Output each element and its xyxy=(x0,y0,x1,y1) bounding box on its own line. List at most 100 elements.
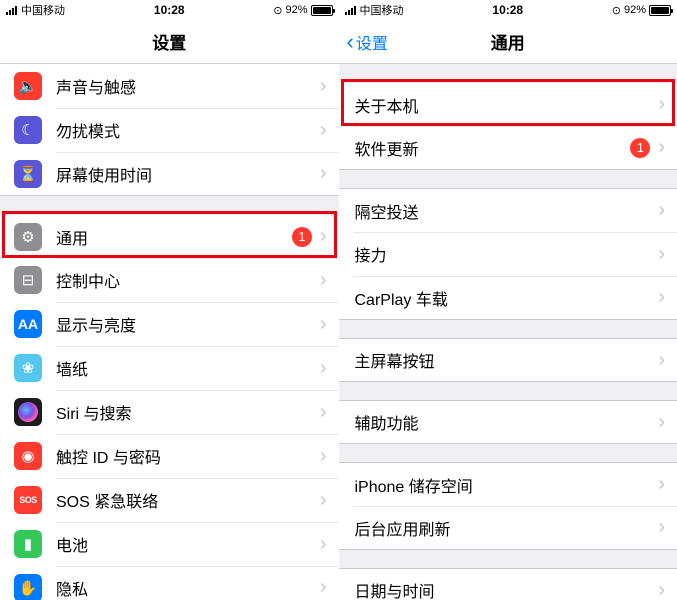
row-accessibility[interactable]: 辅助功能 › xyxy=(339,400,677,444)
battery-pct: 92% xyxy=(624,4,646,16)
row-home-button[interactable]: 主屏幕按钮 › xyxy=(339,338,677,382)
row-label: 通用 xyxy=(56,225,292,249)
row-software-update[interactable]: 软件更新 1 › xyxy=(339,126,677,170)
row-sound[interactable]: 🔈 声音与触感 › xyxy=(0,64,339,108)
chevron-right-icon: › xyxy=(658,243,665,266)
badge: 1 xyxy=(630,138,650,158)
chevron-right-icon: › xyxy=(320,445,327,468)
row-label: 隐私 xyxy=(56,576,320,600)
battery-icon xyxy=(311,5,333,16)
chevron-right-icon: › xyxy=(320,489,327,512)
row-label: 声音与触感 xyxy=(56,74,320,98)
chevron-right-icon: › xyxy=(320,357,327,380)
chevron-right-icon: › xyxy=(658,93,665,116)
chevron-right-icon: › xyxy=(320,75,327,98)
toggles-icon: ⊟ xyxy=(14,266,42,294)
row-label: 隔空投送 xyxy=(355,199,659,223)
chevron-right-icon: › xyxy=(658,136,665,159)
row-storage[interactable]: iPhone 储存空间 › xyxy=(339,462,677,506)
battery-pct: 92% xyxy=(285,4,307,16)
status-time: 10:28 xyxy=(492,3,523,17)
chevron-right-icon: › xyxy=(658,199,665,222)
row-label: 电池 xyxy=(56,532,320,556)
phone-settings: 中国移动 10:28 ⊙ 92% 设置 🔈 声音与触感 › ☾ 勿扰模式 › ⏳ xyxy=(0,0,339,600)
row-screentime[interactable]: ⏳ 屏幕使用时间 › xyxy=(0,152,339,196)
chevron-left-icon: ‹ xyxy=(347,31,354,53)
row-siri[interactable]: Siri 与搜索 › xyxy=(0,390,339,434)
row-bg-refresh[interactable]: 后台应用刷新 › xyxy=(339,506,677,550)
page-title: 通用 xyxy=(491,29,525,54)
sound-icon: 🔈 xyxy=(14,72,42,100)
chevron-right-icon: › xyxy=(658,473,665,496)
row-label: 屏幕使用时间 xyxy=(56,162,320,186)
chevron-right-icon: › xyxy=(658,349,665,372)
row-label: 日期与时间 xyxy=(355,578,659,600)
battery-icon xyxy=(649,5,671,16)
row-label: 主屏幕按钮 xyxy=(355,348,659,372)
siri-icon xyxy=(14,398,42,426)
gear-icon: ⚙ xyxy=(14,223,42,251)
row-dnd[interactable]: ☾ 勿扰模式 › xyxy=(0,108,339,152)
row-label: 显示与亮度 xyxy=(56,312,320,336)
row-handoff[interactable]: 接力 › xyxy=(339,232,677,276)
row-airdrop[interactable]: 隔空投送 › xyxy=(339,188,677,232)
settings-list[interactable]: 🔈 声音与触感 › ☾ 勿扰模式 › ⏳ 屏幕使用时间 › ⚙ 通用 1 › xyxy=(0,64,339,600)
general-list[interactable]: 关于本机 › 软件更新 1 › 隔空投送 › 接力 › CarPlay 车载 › xyxy=(339,64,677,600)
sos-icon: SOS xyxy=(14,486,42,514)
moon-icon: ☾ xyxy=(14,116,42,144)
status-bar: 中国移动 10:28 ⊙ 92% xyxy=(339,0,677,20)
status-bar: 中国移动 10:28 ⊙ 92% xyxy=(0,0,339,20)
carrier-label: 中国移动 xyxy=(360,2,404,18)
row-sos[interactable]: SOS SOS 紧急联络 › xyxy=(0,478,339,522)
row-carplay[interactable]: CarPlay 车载 › xyxy=(339,276,677,320)
text-size-icon: AA xyxy=(14,310,42,338)
row-display[interactable]: AA 显示与亮度 › xyxy=(0,302,339,346)
signal-icon xyxy=(345,5,356,15)
row-label: 触控 ID 与密码 xyxy=(56,444,320,468)
row-wallpaper[interactable]: ❀ 墙纸 › xyxy=(0,346,339,390)
phone-general: 中国移动 10:28 ⊙ 92% ‹ 设置 通用 关于本机 › 软件更新 1 › xyxy=(339,0,677,600)
row-privacy[interactable]: ✋ 隐私 › xyxy=(0,566,339,600)
row-label: 关于本机 xyxy=(355,93,659,117)
carrier-label: 中国移动 xyxy=(21,2,65,18)
battery-row-icon: ▮ xyxy=(14,530,42,558)
back-label: 设置 xyxy=(356,30,388,54)
alarm-icon: ⊙ xyxy=(273,4,282,17)
row-label: 接力 xyxy=(355,242,659,266)
badge: 1 xyxy=(292,227,312,247)
chevron-right-icon: › xyxy=(320,119,327,142)
row-label: Siri 与搜索 xyxy=(56,400,320,424)
nav-bar: ‹ 设置 通用 xyxy=(339,20,677,64)
hand-icon: ✋ xyxy=(14,574,42,600)
flower-icon: ❀ xyxy=(14,354,42,382)
row-control-center[interactable]: ⊟ 控制中心 › xyxy=(0,258,339,302)
row-about[interactable]: 关于本机 › xyxy=(339,82,677,126)
row-label: iPhone 储存空间 xyxy=(355,473,659,497)
row-label: 控制中心 xyxy=(56,268,320,292)
status-time: 10:28 xyxy=(154,3,185,17)
row-battery[interactable]: ▮ 电池 › xyxy=(0,522,339,566)
row-general[interactable]: ⚙ 通用 1 › xyxy=(0,214,339,258)
chevron-right-icon: › xyxy=(658,411,665,434)
chevron-right-icon: › xyxy=(320,576,327,599)
row-label: 软件更新 xyxy=(355,136,631,160)
row-label: SOS 紧急联络 xyxy=(56,488,320,512)
row-label: 辅助功能 xyxy=(355,410,659,434)
row-label: 墙纸 xyxy=(56,356,320,380)
back-button[interactable]: ‹ 设置 xyxy=(347,30,388,54)
row-date-time[interactable]: 日期与时间 › xyxy=(339,568,677,600)
fingerprint-icon: ◉ xyxy=(14,442,42,470)
alarm-icon: ⊙ xyxy=(612,4,621,17)
chevron-right-icon: › xyxy=(658,516,665,539)
row-label: 勿扰模式 xyxy=(56,118,320,142)
hourglass-icon: ⏳ xyxy=(14,160,42,188)
row-touchid[interactable]: ◉ 触控 ID 与密码 › xyxy=(0,434,339,478)
nav-bar: 设置 xyxy=(0,20,339,64)
chevron-right-icon: › xyxy=(320,401,327,424)
row-label: CarPlay 车载 xyxy=(355,286,659,310)
chevron-right-icon: › xyxy=(658,286,665,309)
signal-icon xyxy=(6,5,17,15)
chevron-right-icon: › xyxy=(320,162,327,185)
chevron-right-icon: › xyxy=(320,533,327,556)
row-label: 后台应用刷新 xyxy=(355,516,659,540)
